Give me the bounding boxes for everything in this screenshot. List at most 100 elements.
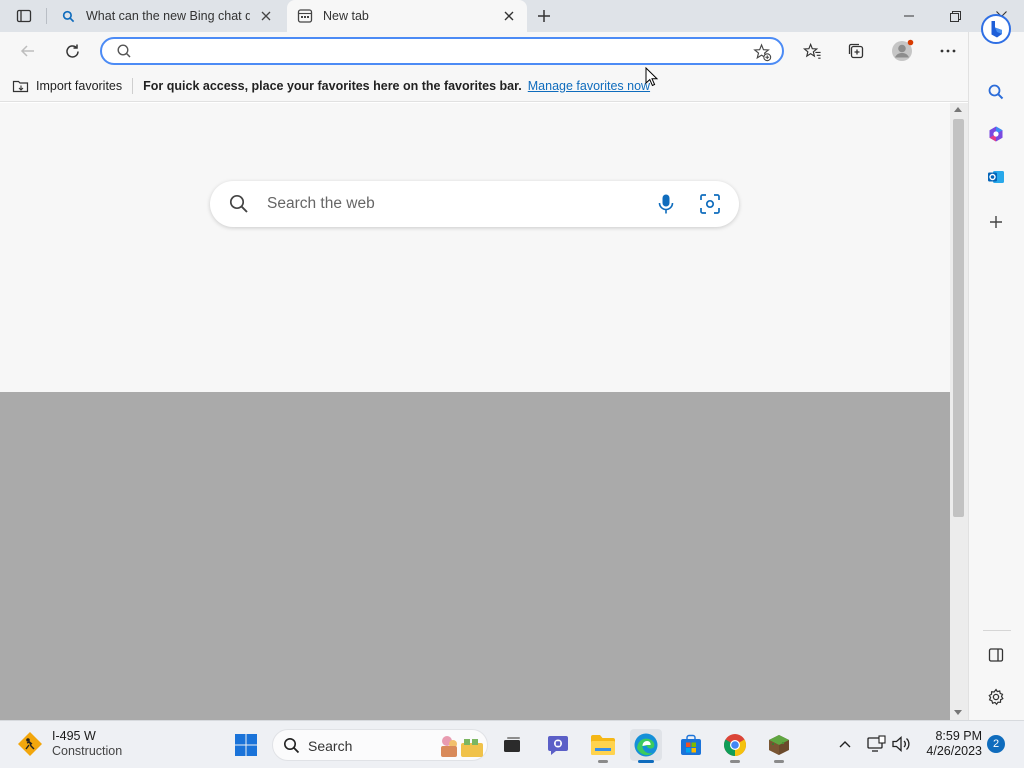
new-tab-page: Search the web — [0, 103, 950, 392]
scroll-down-icon[interactable] — [954, 710, 962, 715]
clock-time: 8:59 PM — [935, 729, 982, 743]
page-scrollbar[interactable] — [950, 103, 968, 720]
running-indicator — [638, 760, 654, 763]
search-icon — [228, 193, 250, 218]
minimize-button[interactable] — [886, 0, 932, 32]
microsoft-365-icon — [989, 126, 1003, 142]
favorites-icon — [802, 42, 821, 59]
web-search-box[interactable]: Search the web — [210, 181, 739, 227]
tab-actions-menu-button[interactable] — [8, 3, 40, 29]
sidebar-panel-icon — [988, 648, 1004, 662]
tab-title: What can the new Bing chat do? — [86, 9, 250, 23]
favorites-button[interactable] — [797, 36, 827, 66]
sidebar-search-button[interactable] — [981, 77, 1011, 107]
taskbar-minecraft[interactable] — [763, 729, 795, 763]
weather-widget[interactable]: I-495 W Construction — [16, 729, 122, 759]
sidebar-separator — [983, 630, 1011, 631]
start-button[interactable] — [230, 729, 262, 761]
tab-strip: What can the new Bing chat do? New tab — [0, 0, 1024, 32]
tab-bing-chat[interactable]: What can the new Bing chat do? — [50, 0, 284, 32]
plus-icon — [538, 10, 550, 22]
network-icon — [867, 735, 886, 752]
notification-badge[interactable]: 2 — [987, 735, 1005, 753]
close-tab-icon[interactable] — [258, 8, 274, 24]
more-icon — [940, 49, 956, 53]
show-hidden-icons-button[interactable] — [834, 733, 856, 755]
tab-separator — [46, 8, 47, 24]
folder-icon — [591, 735, 615, 755]
taskbar-search-label: Search — [308, 738, 353, 754]
import-favorites-label: Import favorites — [36, 78, 123, 93]
refresh-button[interactable] — [57, 36, 87, 66]
teams-chat-icon — [548, 736, 568, 755]
edge-browser-icon — [634, 733, 658, 757]
task-view-icon — [504, 737, 520, 752]
taskbar-task-view[interactable] — [496, 729, 528, 761]
weather-subtitle: Construction — [52, 744, 123, 758]
import-favorites-icon — [12, 80, 29, 92]
windows-taskbar: I-495 W Construction Search 8:59 PM 4/26… — [0, 720, 1024, 768]
address-bar[interactable] — [100, 37, 784, 65]
hide-sidebar-button[interactable] — [981, 640, 1011, 670]
taskbar-chrome[interactable] — [719, 729, 751, 763]
visual-search-icon[interactable] — [699, 193, 721, 218]
search-highlight-icon — [437, 733, 485, 762]
page-overlay — [0, 392, 950, 720]
restore-icon — [949, 10, 961, 22]
tab-actions-icon — [16, 9, 32, 23]
taskbar-microsoft-store[interactable] — [675, 729, 707, 761]
avatar-icon — [892, 39, 914, 61]
clock-date: 4/26/2023 — [926, 744, 982, 758]
running-indicator — [730, 760, 740, 763]
sidebar-add-button[interactable] — [981, 207, 1011, 237]
volume-button[interactable] — [890, 733, 912, 755]
collections-icon — [848, 43, 864, 59]
back-button[interactable] — [13, 36, 43, 66]
tab-title: New tab — [323, 9, 369, 23]
microphone-icon[interactable] — [656, 193, 676, 218]
favorites-hint: For quick access, place your favorites h… — [143, 78, 522, 93]
bing-chat-button[interactable] — [979, 12, 1013, 46]
new-tab-button[interactable] — [531, 3, 557, 29]
favorites-separator — [132, 77, 134, 94]
search-icon — [60, 8, 76, 24]
browser-toolbar — [0, 32, 968, 70]
sidebar-settings-button[interactable] — [981, 682, 1011, 712]
taskbar-edge[interactable] — [630, 729, 662, 763]
sidebar-outlook-button[interactable] — [981, 162, 1011, 192]
add-favorite-icon[interactable] — [752, 42, 772, 62]
scroll-up-icon[interactable] — [954, 107, 962, 112]
minimize-icon — [904, 15, 914, 17]
network-status-button[interactable] — [865, 733, 887, 755]
system-clock[interactable]: 8:59 PM 4/26/2023 — [924, 729, 982, 759]
chevron-up-icon — [839, 741, 851, 748]
settings-and-more-button[interactable] — [933, 36, 963, 66]
taskbar-file-explorer[interactable] — [587, 729, 619, 763]
address-input[interactable] — [142, 41, 742, 61]
scrollbar-thumb[interactable] — [953, 119, 964, 517]
restore-button[interactable] — [932, 0, 978, 32]
search-icon — [988, 84, 1004, 100]
profile-button[interactable] — [887, 36, 917, 66]
running-indicator — [774, 760, 784, 763]
tab-new-tab[interactable]: New tab — [287, 0, 527, 32]
windows-logo-icon — [235, 734, 257, 756]
sidebar-microsoft365-button[interactable] — [981, 119, 1011, 149]
bing-icon — [981, 14, 1011, 44]
close-tab-icon[interactable] — [501, 8, 517, 24]
search-icon — [283, 737, 300, 757]
speaker-icon — [892, 736, 910, 752]
plus-icon — [990, 216, 1002, 228]
traffic-warning-icon — [18, 732, 42, 756]
manage-favorites-link[interactable]: Manage favorites now — [528, 79, 650, 93]
edge-sidebar — [968, 14, 1024, 720]
mouse-cursor-icon — [645, 67, 659, 87]
favorites-bar: Import favorites For quick access, place… — [0, 70, 968, 102]
collections-button[interactable] — [841, 36, 871, 66]
taskbar-search-box[interactable]: Search — [272, 729, 488, 761]
chrome-icon — [724, 734, 746, 756]
taskbar-teams-chat[interactable] — [542, 729, 574, 761]
new-tab-page-icon — [297, 8, 313, 24]
web-search-placeholder: Search the web — [267, 195, 375, 212]
import-favorites-button[interactable]: Import favorites — [12, 78, 122, 94]
